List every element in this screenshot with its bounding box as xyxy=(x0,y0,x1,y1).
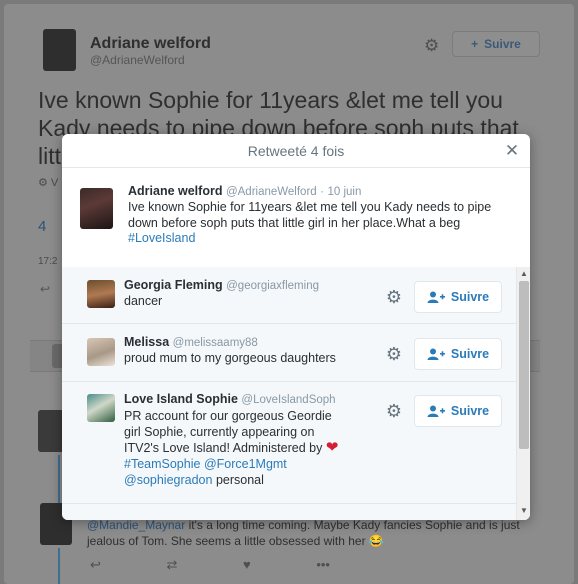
avatar[interactable] xyxy=(87,394,115,422)
follow-label: Suivre xyxy=(450,404,490,418)
reply-actions: ↩ ⇄ ♥ ••• xyxy=(90,557,330,573)
follow-button[interactable]: Suivre xyxy=(414,281,502,313)
user-name[interactable]: Melissa xyxy=(124,335,169,349)
add-user-icon xyxy=(427,348,445,360)
original-tweet-date[interactable]: 10 juin xyxy=(328,186,362,198)
user-bio: dancer xyxy=(124,294,163,308)
add-user-icon xyxy=(427,405,445,417)
user-handle[interactable]: @LoveIslandSoph xyxy=(241,394,335,406)
author-handle: @AdrianeWelford xyxy=(90,53,185,67)
follow-button[interactable]: Suivre xyxy=(414,395,502,427)
add-user-icon: + xyxy=(471,37,479,51)
hashtag-link[interactable]: #LoveIsland xyxy=(128,231,195,245)
tweet-meta: ⚙ V xyxy=(38,177,59,189)
tweet-date: 17:2 xyxy=(38,256,58,267)
retweeters-list: Georgia Fleming @georgiaxfleming dancer … xyxy=(62,267,530,520)
dialog-title: Retweeté 4 fois xyxy=(247,143,345,159)
follow-button[interactable]: Suivre xyxy=(414,338,502,370)
scroll-up-arrow-icon[interactable]: ▲ xyxy=(519,270,529,278)
add-user-icon xyxy=(427,291,445,303)
list-item: Georgia Fleming @georgiaxfleming dancer … xyxy=(62,267,516,324)
follow-label: Suivre xyxy=(450,347,490,361)
retweeters-scroll: Georgia Fleming @georgiaxfleming dancer … xyxy=(62,267,516,520)
gear-icon[interactable]: ⚙ xyxy=(383,343,405,365)
original-tweet-text: Ive known Sophie for 11years &let me tel… xyxy=(128,200,492,230)
author-avatar xyxy=(43,29,76,71)
gear-icon[interactable]: ⚙ xyxy=(383,286,405,308)
user-name[interactable]: Georgia Fleming xyxy=(124,278,223,292)
original-author-handle[interactable]: @AdrianeWelford xyxy=(226,186,317,198)
more-icon: ••• xyxy=(316,557,330,572)
separator-dot: · xyxy=(320,186,325,198)
hashtag-link[interactable]: #TeamSophie xyxy=(124,457,200,471)
avatar[interactable] xyxy=(87,280,115,308)
reply-icon: ↩ xyxy=(40,282,51,296)
original-author-name[interactable]: Adriane welford xyxy=(128,184,222,198)
reply-icon: ↩ xyxy=(90,557,101,572)
mention-link[interactable]: @Force1Mgmt xyxy=(204,457,287,471)
user-header: Melissa @melissaamy88 xyxy=(124,335,258,349)
list-item: Melissa @melissaamy88 proud mum to my go… xyxy=(62,324,516,382)
original-tweet: Adriane welford @AdrianeWelford · 10 jui… xyxy=(62,169,530,267)
reply-text: @Mandie_Maynar it's a long time coming. … xyxy=(87,517,537,549)
user-header: Love Island Sophie @LoveIslandSoph xyxy=(124,392,336,406)
retweet-count: 4 xyxy=(38,218,47,235)
scrollbar[interactable]: ▲ ▼ xyxy=(516,267,530,520)
retweets-dialog: Retweeté 4 fois ✕ Adriane welford @Adria… xyxy=(62,134,530,520)
follow-button: + Suivre xyxy=(452,31,540,57)
user-header: Georgia Fleming @georgiaxfleming xyxy=(124,278,319,292)
close-icon[interactable]: ✕ xyxy=(503,141,521,161)
original-tweet-header: Adriane welford @AdrianeWelford · 10 jui… xyxy=(128,184,361,198)
heart-icon: ❤ xyxy=(325,439,339,456)
dialog-header: Retweeté 4 fois ✕ xyxy=(62,134,530,168)
avatar[interactable] xyxy=(80,188,113,229)
gear-icon[interactable]: ⚙ xyxy=(383,400,405,422)
bio-tail: personal xyxy=(215,473,264,487)
heart-icon: ♥ xyxy=(243,557,251,572)
scrollbar-thumb[interactable] xyxy=(519,281,529,449)
user-name[interactable]: Love Island Sophie xyxy=(124,392,238,406)
user-bio: proud mum to my gorgeous daughters xyxy=(124,351,336,365)
author-name: Adriane welford xyxy=(90,35,211,52)
mention-link[interactable]: @sophiegradon xyxy=(124,473,212,487)
thread-line xyxy=(58,455,60,503)
gear-icon: ⚙ xyxy=(424,36,440,55)
bio-text: PR account for our gorgeous Geordie girl… xyxy=(124,409,332,455)
user-handle[interactable]: @melissaamy88 xyxy=(173,337,258,349)
scroll-down-arrow-icon[interactable]: ▼ xyxy=(519,507,529,515)
user-handle[interactable]: @georgiaxfleming xyxy=(226,280,319,292)
retweet-icon: ⇄ xyxy=(166,557,178,572)
avatar[interactable] xyxy=(87,338,115,366)
list-item: Love Island Sophie @LoveIslandSoph PR ac… xyxy=(62,382,516,504)
reply-mention: @Mandie_Maynar xyxy=(87,518,186,532)
follow-label: Suivre xyxy=(484,37,521,51)
follow-label: Suivre xyxy=(450,290,490,304)
user-bio: PR account for our gorgeous Geordie girl… xyxy=(124,408,344,488)
thread-line xyxy=(58,548,60,584)
